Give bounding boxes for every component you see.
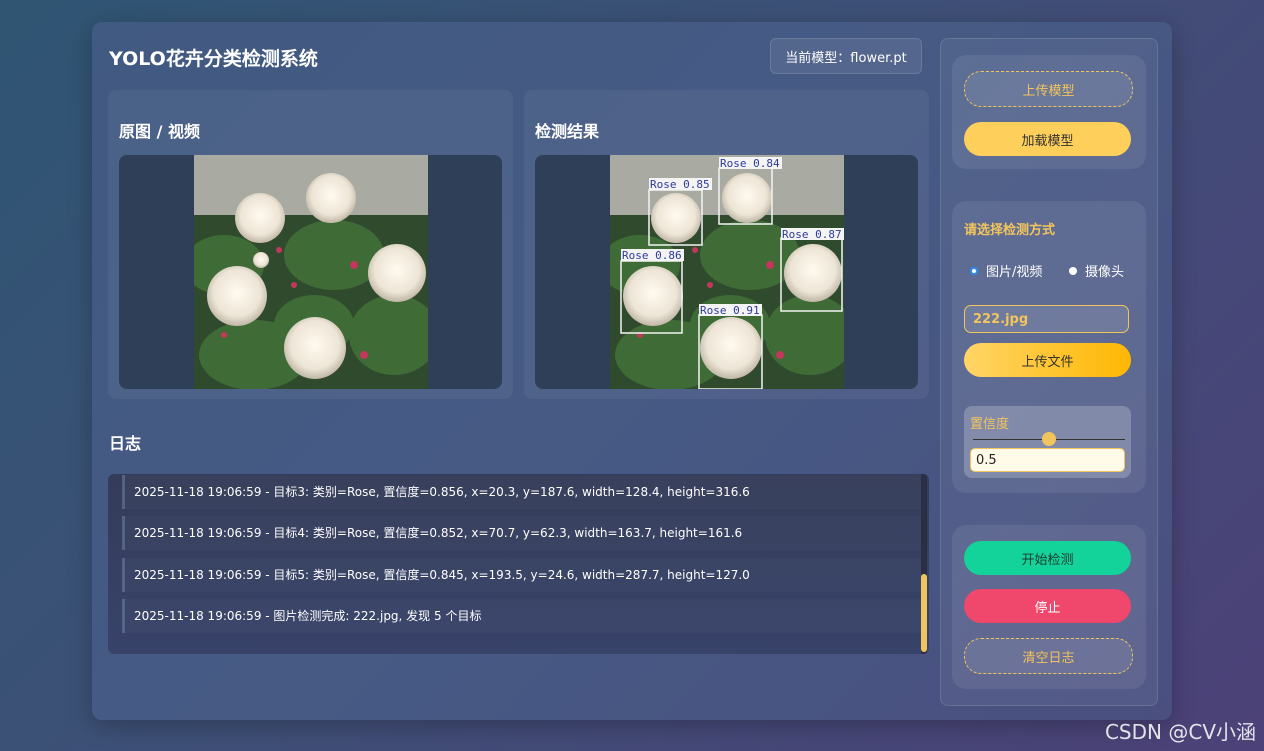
result-image: Rose 0.85 Rose 0.84 Rose 0.87 Rose 0.86 … — [610, 155, 844, 389]
original-image-view — [119, 155, 502, 389]
confidence-control: 置信度 0.5 — [964, 406, 1131, 478]
result-panel-title: 检测结果 — [535, 122, 600, 141]
detection-label: Rose 0.86 — [622, 249, 682, 262]
log-panel[interactable]: 2025-11-18 19:06:59 - 目标3: 类别=Rose, 置信度=… — [108, 474, 929, 654]
stop-button[interactable]: 停止 — [964, 589, 1131, 623]
control-sidebar: 上传模型 加载模型 请选择检测方式 图片/视频 摄像头 222.jpg 上传文件… — [940, 38, 1158, 706]
log-line: 2025-11-18 19:06:59 - 目标4: 类别=Rose, 置信度=… — [122, 516, 924, 550]
original-panel-title: 原图 / 视频 — [119, 122, 200, 141]
detection-label: Rose 0.87 — [782, 228, 842, 241]
log-line: 2025-11-18 19:06:59 - 目标5: 类别=Rose, 置信度=… — [122, 558, 924, 592]
action-card: 开始检测 停止 清空日志 — [952, 525, 1146, 689]
load-model-button[interactable]: 加载模型 — [964, 122, 1131, 156]
detect-mode-card: 请选择检测方式 图片/视频 摄像头 222.jpg 上传文件 置信度 0.5 — [952, 201, 1146, 493]
detection-label: Rose 0.91 — [700, 304, 760, 317]
mode-camera-label: 摄像头 — [1085, 265, 1125, 280]
start-detect-button[interactable]: 开始检测 — [964, 541, 1131, 575]
confidence-label: 置信度 — [970, 417, 1010, 432]
detect-mode-title: 请选择检测方式 — [964, 223, 1056, 238]
main-window: YOLO花卉分类检测系统 当前模型：flower.pt 原图 / 视频 检测结果… — [92, 22, 1172, 720]
watermark-text: CSDN @CV小涵 — [1104, 720, 1256, 744]
confidence-input[interactable]: 0.5 — [970, 448, 1125, 472]
log-line: 2025-11-18 19:06:59 - 目标3: 类别=Rose, 置信度=… — [122, 475, 924, 509]
current-model-badge: 当前模型：flower.pt — [770, 38, 922, 74]
clear-log-button[interactable]: 清空日志 — [964, 638, 1133, 674]
original-panel: 原图 / 视频 — [108, 90, 513, 399]
result-image-view: Rose 0.85 Rose 0.84 Rose 0.87 Rose 0.86 … — [535, 155, 918, 389]
mode-image-label: 图片/视频 — [986, 265, 1043, 280]
radio-selected-icon — [970, 266, 978, 275]
upload-model-button[interactable]: 上传模型 — [964, 71, 1133, 107]
upload-file-button[interactable]: 上传文件 — [964, 343, 1131, 377]
detection-label: Rose 0.84 — [720, 157, 780, 170]
model-card: 上传模型 加载模型 — [952, 55, 1146, 169]
original-image — [194, 155, 428, 389]
confidence-slider-thumb[interactable] — [1042, 432, 1056, 446]
result-panel: 检测结果 Rose 0.85 Rose 0.84 Rose 0.87 Rose … — [524, 90, 929, 399]
log-scrollbar-thumb[interactable] — [921, 574, 927, 652]
log-title: 日志 — [109, 434, 142, 453]
log-line: 2025-11-18 19:06:59 - 图片检测完成: 222.jpg, 发… — [122, 599, 924, 633]
mode-camera-radio[interactable]: 摄像头 — [1069, 261, 1124, 280]
radio-unselected-icon — [1069, 266, 1077, 275]
detection-label: Rose 0.85 — [650, 178, 710, 191]
mode-image-radio[interactable]: 图片/视频 — [970, 261, 1042, 280]
app-title: YOLO花卉分类检测系统 — [109, 48, 318, 70]
selected-file-field[interactable]: 222.jpg — [964, 305, 1129, 333]
